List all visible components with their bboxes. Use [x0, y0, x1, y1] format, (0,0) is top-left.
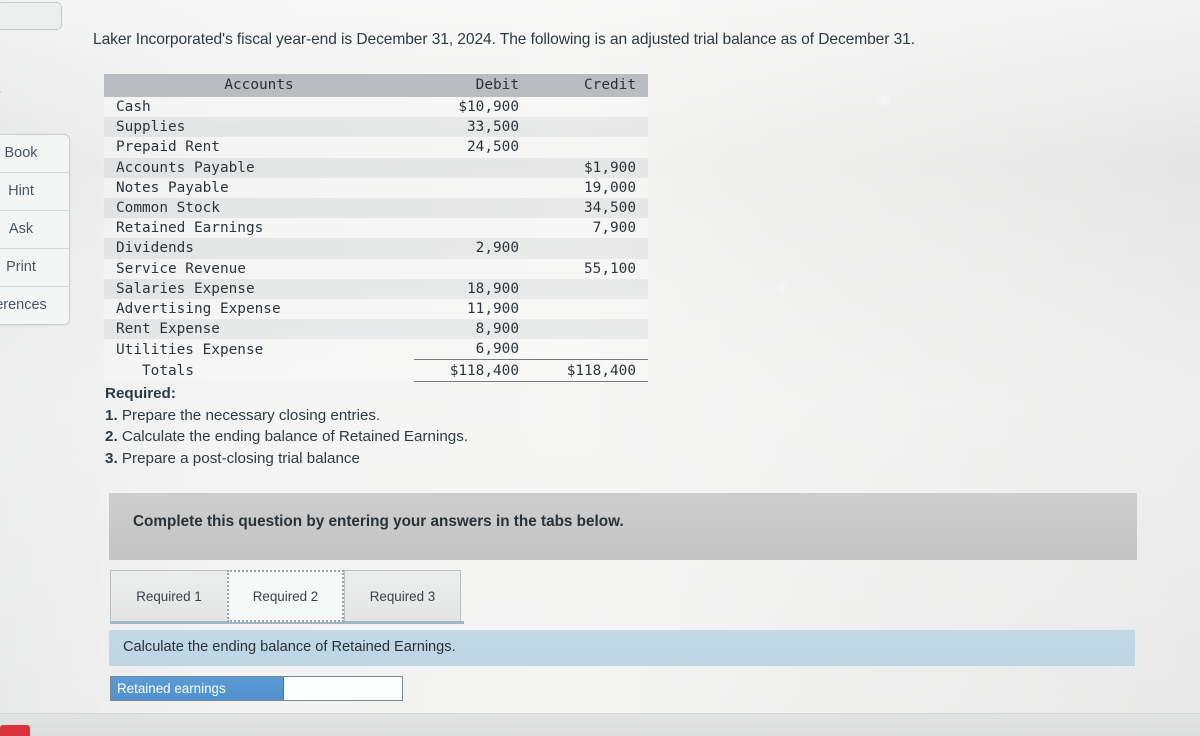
- cell-totals-credit: $118,400: [531, 359, 648, 382]
- cell-account: Notes Payable: [104, 177, 414, 198]
- cell-account: Salaries Expense: [104, 278, 414, 299]
- cell-credit: 19,000: [531, 177, 648, 198]
- retained-earnings-input[interactable]: [283, 677, 402, 700]
- table-row: Cash $10,900: [104, 97, 648, 118]
- cell-debit: $10,900: [414, 97, 531, 118]
- cell-debit: 11,900: [414, 298, 531, 320]
- cell-account: Advertising Expense: [104, 298, 414, 320]
- cell-account: Retained Earnings: [104, 218, 414, 239]
- table-row: Prepaid Rent 24,500: [104, 137, 648, 158]
- cell-debit: 33,500: [414, 117, 531, 138]
- answer-row[interactable]: Retained earnings: [110, 676, 403, 701]
- cell-debit: 18,900: [414, 278, 531, 299]
- question-content: Laker Incorporated's fiscal year-end is …: [0, 0, 1200, 736]
- cell-debit: 6,900: [414, 339, 531, 360]
- table-row: Retained Earnings 7,900: [104, 218, 648, 239]
- required-item-2-number: 2.: [105, 428, 118, 446]
- required-item-1: 1. Prepare the necessary closing entries…: [105, 405, 468, 427]
- cell-debit: 2,900: [414, 238, 531, 259]
- table-totals-row: Totals $118,400 $118,400: [104, 359, 648, 382]
- complete-question-banner-text: Complete this question by entering your …: [133, 513, 624, 530]
- column-header-credit: Credit: [531, 74, 648, 97]
- answer-row-label: Retained earnings: [111, 677, 283, 700]
- cell-debit: 8,900: [414, 319, 531, 340]
- cell-debit: [414, 157, 531, 178]
- table-row: Advertising Expense 11,900: [104, 298, 648, 320]
- cell-credit: 34,500: [531, 197, 648, 219]
- cell-credit: 7,900: [531, 218, 648, 239]
- required-item-1-number: 1.: [105, 406, 118, 424]
- required-item-3-text: Prepare a post-closing trial balance: [117, 449, 360, 467]
- required-item-2: 2. Calculate the ending balance of Retai…: [105, 426, 468, 448]
- tab-required-2[interactable]: Required 2: [227, 570, 344, 622]
- cell-credit: [531, 137, 648, 158]
- tab-required-1[interactable]: Required 1: [110, 570, 227, 622]
- table-row: Service Revenue 55,100: [104, 258, 648, 279]
- required-item-3: 3. Prepare a post-closing trial balance: [105, 448, 468, 470]
- table-row: Rent Expense 8,900: [104, 319, 648, 340]
- table-row: Supplies 33,500: [104, 117, 648, 138]
- adjusted-trial-balance-table: Accounts Debit Credit Cash $10,900 Supplie…: [104, 74, 648, 382]
- cell-totals-debit: $118,400: [414, 359, 531, 382]
- cell-account: Utilities Expense: [104, 339, 414, 360]
- cell-debit: [414, 197, 531, 219]
- table-row: Utilities Expense 6,900: [104, 339, 648, 360]
- table-body: Cash $10,900 Supplies 33,500 Prepaid Rent 24,…: [104, 97, 648, 382]
- required-item-1-text: Prepare the necessary closing entries.: [117, 406, 381, 424]
- cell-account: Rent Expense: [104, 319, 414, 340]
- cell-debit: 24,500: [414, 137, 531, 158]
- cell-credit: [531, 278, 648, 299]
- cell-account: Accounts Payable: [104, 157, 414, 178]
- cell-totals-label: Totals: [104, 359, 414, 382]
- sub-instruction-text: Calculate the ending balance of Retained…: [123, 639, 456, 655]
- required-item-3-number: 3.: [105, 449, 118, 467]
- table-row: Accounts Payable $1,900: [104, 157, 648, 178]
- table-row: Dividends 2,900: [104, 238, 648, 259]
- cell-account: Cash: [104, 97, 414, 118]
- table-header-row: Accounts Debit Credit: [104, 74, 648, 97]
- cell-account: Supplies: [104, 117, 414, 138]
- cell-credit: [531, 238, 648, 259]
- cell-account: Dividends: [104, 238, 414, 259]
- cell-debit: [414, 258, 531, 279]
- cell-credit: 55,100: [531, 258, 648, 279]
- cell-account: Prepaid Rent: [104, 137, 414, 158]
- tab-required-3[interactable]: Required 3: [344, 570, 461, 622]
- table-row: Notes Payable 19,000: [104, 177, 648, 198]
- column-header-accounts: Accounts: [104, 74, 414, 97]
- cell-credit: $1,900: [531, 157, 648, 178]
- required-heading: Required:: [105, 385, 176, 402]
- column-header-debit: Debit: [414, 74, 531, 97]
- table-row: Salaries Expense 18,900: [104, 278, 648, 299]
- required-instructions: Required: 1. Prepare the necessary closi…: [105, 383, 468, 469]
- cell-account: Service Revenue: [104, 258, 414, 279]
- cell-credit: [531, 97, 648, 118]
- sub-instruction-band: Calculate the ending balance of Retained…: [109, 630, 1135, 666]
- required-item-2-text: Calculate the ending balance of Retained…: [117, 428, 469, 446]
- cell-credit: [531, 319, 648, 340]
- cell-credit: [531, 298, 648, 320]
- cell-credit: [531, 117, 648, 138]
- cell-debit: [414, 177, 531, 198]
- cell-debit: [414, 218, 531, 239]
- table-row: Common Stock 34,500: [104, 197, 648, 219]
- requirement-tabs[interactable]: Required 1 Required 2 Required 3: [110, 570, 461, 622]
- question-prompt: Laker Incorporated's fiscal year-end is …: [93, 31, 915, 48]
- cell-account: Common Stock: [104, 197, 414, 219]
- cell-credit: [531, 339, 648, 360]
- complete-question-banner: Complete this question by entering your …: [109, 493, 1137, 560]
